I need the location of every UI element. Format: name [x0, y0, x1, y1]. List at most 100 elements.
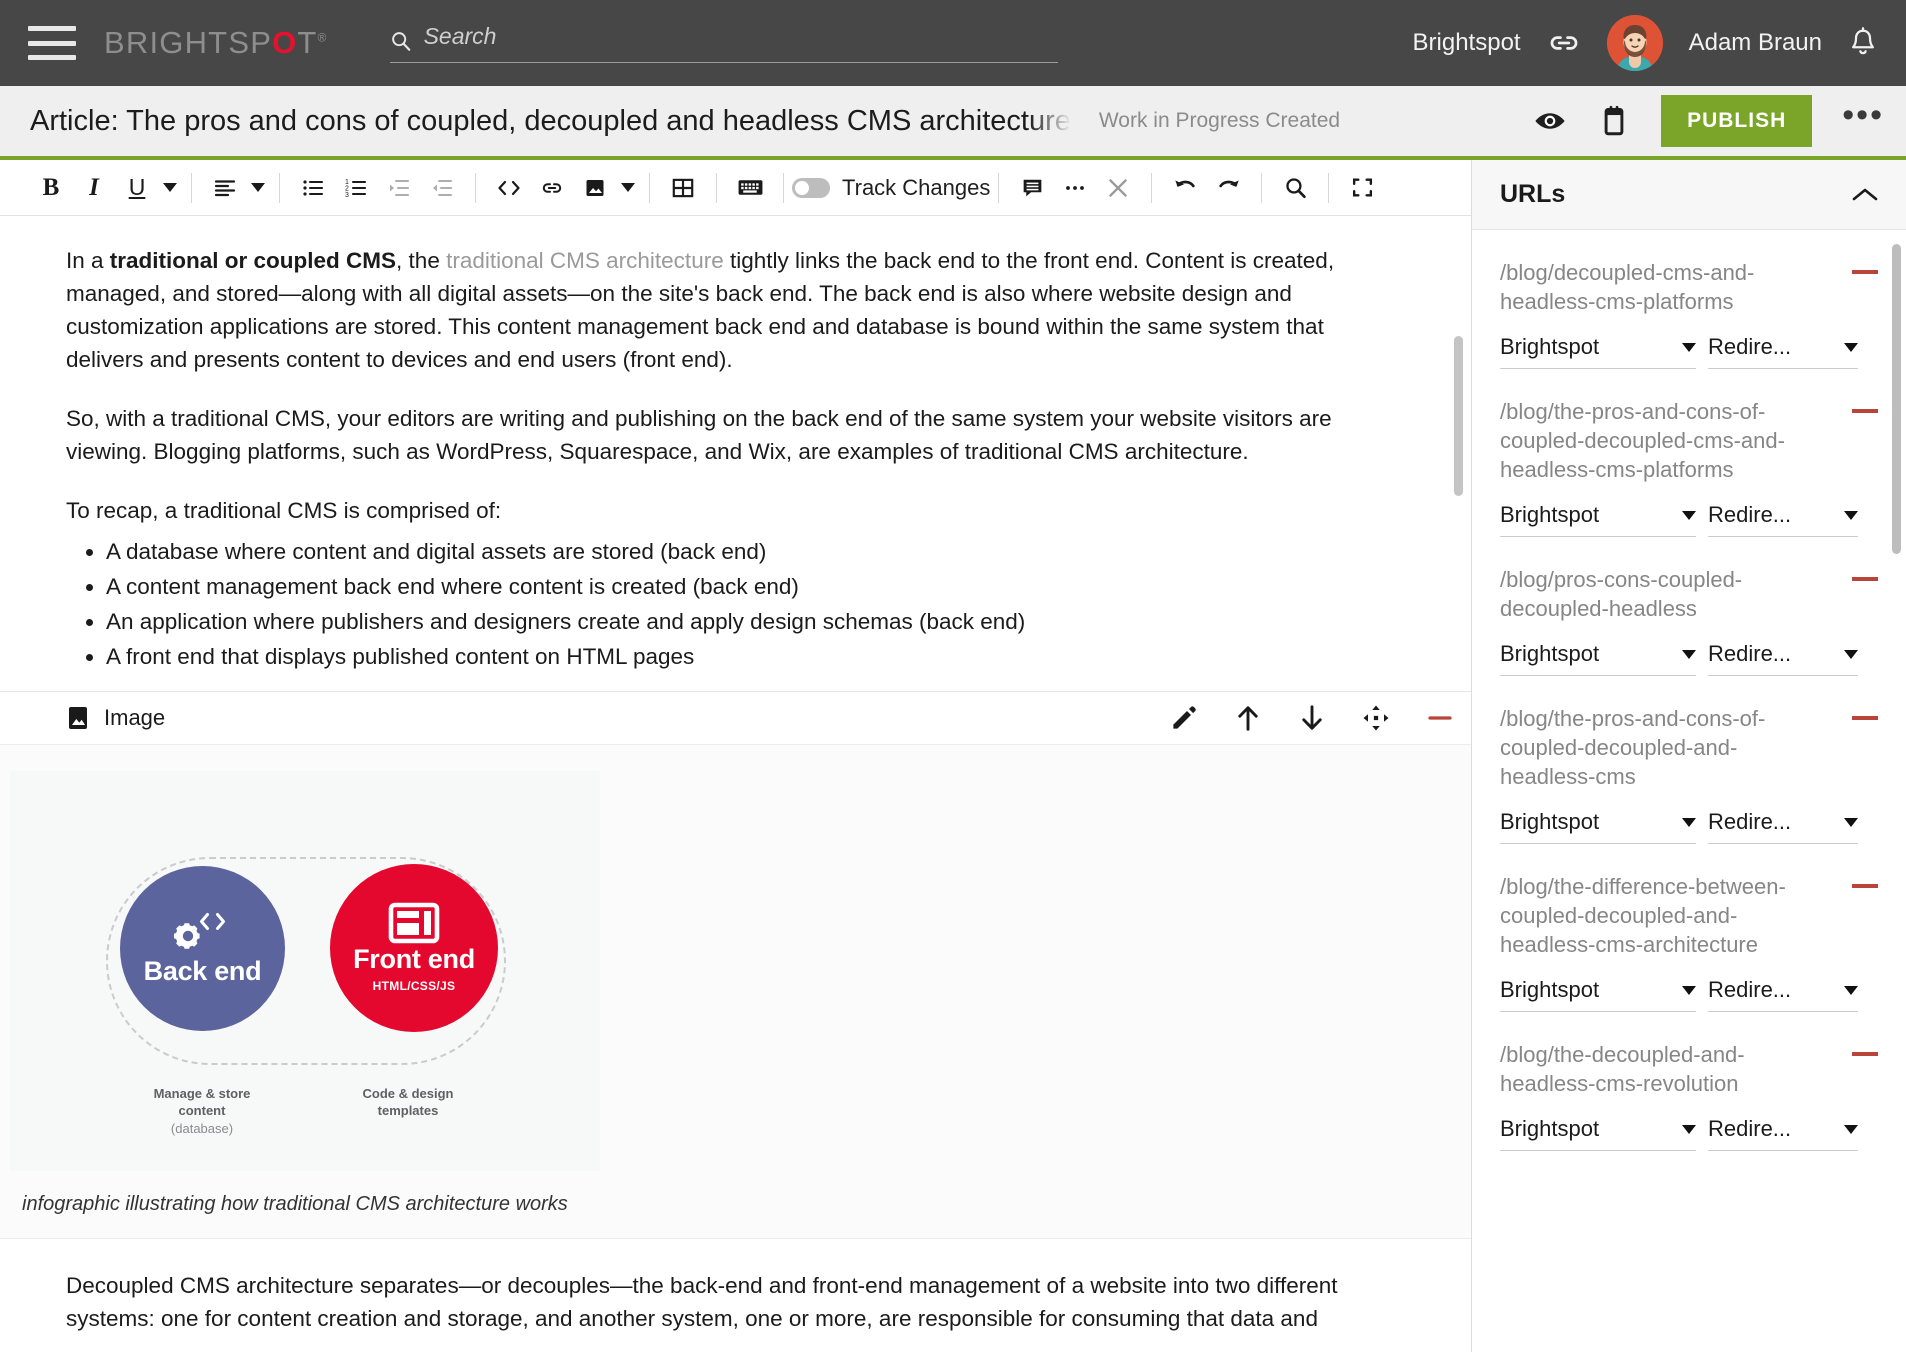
brightspot-logo[interactable]: BRIGHTSPOT®	[104, 25, 328, 61]
url-row-selects: Brightspot Redire...	[1500, 809, 1878, 845]
text-style-chevron-down-icon[interactable]	[163, 183, 177, 192]
bell-icon[interactable]	[1848, 26, 1878, 60]
search-input[interactable]	[423, 23, 1058, 50]
url-row-top: /blog/pros-cons-coupled-decoupled-headle…	[1500, 565, 1878, 623]
url-site-select[interactable]: Brightspot	[1500, 641, 1696, 677]
url-type-select[interactable]: Redire...	[1708, 502, 1858, 538]
url-type-select[interactable]: Redire...	[1708, 809, 1858, 845]
pencil-icon[interactable]	[1169, 703, 1199, 733]
more-actions-button[interactable]: •••	[1842, 98, 1884, 132]
keyboard-icon[interactable]	[731, 169, 769, 207]
bulleted-list-icon[interactable]	[294, 169, 332, 207]
underline-button[interactable]: U	[118, 169, 156, 207]
url-row-selects: Brightspot Redire...	[1500, 502, 1878, 538]
hamburger-menu-icon[interactable]	[28, 26, 76, 60]
url-path[interactable]: /blog/the-pros-and-cons-of-coupled-decou…	[1500, 397, 1806, 484]
numbered-list-icon[interactable]: 1 2 3	[337, 169, 375, 207]
url-type-select[interactable]: Redire...	[1708, 977, 1858, 1013]
link-icon[interactable]	[533, 169, 571, 207]
chevron-down-icon	[1844, 510, 1858, 520]
user-name-label[interactable]: Adam Braun	[1689, 29, 1822, 57]
undo-icon[interactable]	[1166, 169, 1204, 207]
remove-url-icon[interactable]	[1852, 577, 1878, 582]
site-name-label[interactable]: Brightspot	[1413, 29, 1521, 57]
align-chevron-down-icon[interactable]	[251, 183, 265, 192]
comment-icon[interactable]	[1013, 169, 1051, 207]
url-path[interactable]: /blog/the-decoupled-and-headless-cms-rev…	[1500, 1040, 1806, 1098]
remove-url-icon[interactable]	[1852, 1052, 1878, 1057]
url-type-select[interactable]: Redire...	[1708, 1116, 1858, 1152]
remove-url-icon[interactable]	[1852, 884, 1878, 889]
logo-text-post: T	[297, 25, 318, 60]
move-icon[interactable]	[1361, 703, 1391, 733]
publish-button[interactable]: PUBLISH	[1661, 95, 1813, 147]
urls-panel-scrollbar[interactable]	[1892, 244, 1901, 554]
redo-icon[interactable]	[1209, 169, 1247, 207]
editor-toolbar: B I U 1 2 3 Track Changes	[0, 160, 1471, 216]
chevron-up-icon[interactable]	[1852, 187, 1878, 203]
fullscreen-icon[interactable]	[1343, 169, 1381, 207]
url-path[interactable]: /blog/the-pros-and-cons-of-coupled-decou…	[1500, 704, 1806, 791]
eye-icon[interactable]	[1533, 104, 1567, 138]
table-icon[interactable]	[664, 169, 702, 207]
avatar[interactable]	[1606, 15, 1663, 71]
chevron-down-icon	[1682, 649, 1696, 659]
minus-icon[interactable]	[1425, 703, 1455, 733]
back-end-title: Back end	[143, 955, 262, 986]
arrow-up-icon[interactable]	[1233, 703, 1263, 733]
editor-content-scroll-area[interactable]: In a traditional or coupled CMS, the tra…	[0, 216, 1471, 1352]
url-site-select[interactable]: Brightspot	[1500, 334, 1696, 370]
document-title-bar: Article: The pros and cons of coupled, d…	[0, 86, 1906, 160]
url-row-top: /blog/the-difference-between-coupled-dec…	[1500, 872, 1878, 959]
url-type-select[interactable]: Redire...	[1708, 641, 1858, 677]
url-site-select[interactable]: Brightspot	[1500, 809, 1696, 845]
italic-button[interactable]: I	[75, 169, 113, 207]
close-icon[interactable]	[1099, 169, 1137, 207]
inline-link-traditional-cms-architecture[interactable]: traditional CMS architecture	[446, 248, 724, 273]
back-caption-line-3: (database)	[170, 1121, 234, 1137]
code-icon[interactable]	[490, 169, 528, 207]
editor-content[interactable]: In a traditional or coupled CMS, the tra…	[0, 216, 1410, 675]
calendar-icon[interactable]	[1597, 104, 1631, 138]
remove-url-icon[interactable]	[1852, 716, 1878, 721]
arrow-down-icon[interactable]	[1297, 703, 1327, 733]
bold-button[interactable]: B	[32, 169, 70, 207]
urls-panel-title: URLs	[1500, 180, 1566, 208]
url-path[interactable]: /blog/the-difference-between-coupled-dec…	[1500, 872, 1806, 959]
remove-url-icon[interactable]	[1852, 270, 1878, 274]
url-type-select[interactable]: Redire...	[1708, 334, 1858, 370]
chevron-down-icon	[1682, 510, 1696, 520]
url-row-selects: Brightspot Redire...	[1500, 334, 1878, 370]
outdent-icon[interactable]	[423, 169, 461, 207]
toolbar-group-view	[1262, 169, 1328, 207]
search-icon[interactable]	[1276, 169, 1314, 207]
url-site-select[interactable]: Brightspot	[1500, 1116, 1696, 1152]
url-site-select[interactable]: Brightspot	[1500, 502, 1696, 538]
track-changes-toggle[interactable]: Track Changes	[784, 175, 998, 201]
infographic-image[interactable]: Back end Front end HTML/CSS/JS Manage & …	[10, 770, 600, 1171]
editor-scrollbar[interactable]	[1454, 336, 1463, 496]
image-chevron-down-icon[interactable]	[621, 183, 635, 192]
para1-lead: In a	[66, 248, 110, 273]
url-site-select[interactable]: Brightspot	[1500, 977, 1696, 1013]
paragraph-2: So, with a traditional CMS, your editors…	[66, 406, 1332, 465]
image-block-label: Image	[104, 704, 166, 730]
url-path[interactable]: /blog/decoupled-cms-and-headless-cms-pla…	[1500, 258, 1806, 316]
chevron-down-icon	[1844, 817, 1858, 827]
toolbar-group-comments	[999, 169, 1151, 207]
image-caption[interactable]: infographic illustrating how traditional…	[10, 1171, 1471, 1216]
more-icon[interactable]	[1056, 169, 1094, 207]
url-path[interactable]: /blog/pros-cons-coupled-decoupled-headle…	[1500, 565, 1806, 623]
url-row-top: /blog/decoupled-cms-and-headless-cms-pla…	[1500, 258, 1878, 316]
track-changes-switch[interactable]	[792, 177, 830, 198]
image-icon[interactable]	[576, 169, 614, 207]
paragraph-4: Decoupled CMS architecture separates—or …	[66, 1272, 1338, 1331]
svg-text:3: 3	[345, 192, 349, 199]
remove-url-icon[interactable]	[1852, 409, 1878, 414]
editor-content-continued[interactable]: Decoupled CMS architecture separates—or …	[0, 1239, 1471, 1335]
global-search[interactable]	[389, 23, 1058, 63]
link-icon[interactable]	[1547, 26, 1581, 60]
align-left-icon[interactable]	[206, 169, 244, 207]
indent-icon[interactable]	[380, 169, 418, 207]
urls-panel-header[interactable]: URLs	[1472, 160, 1906, 230]
